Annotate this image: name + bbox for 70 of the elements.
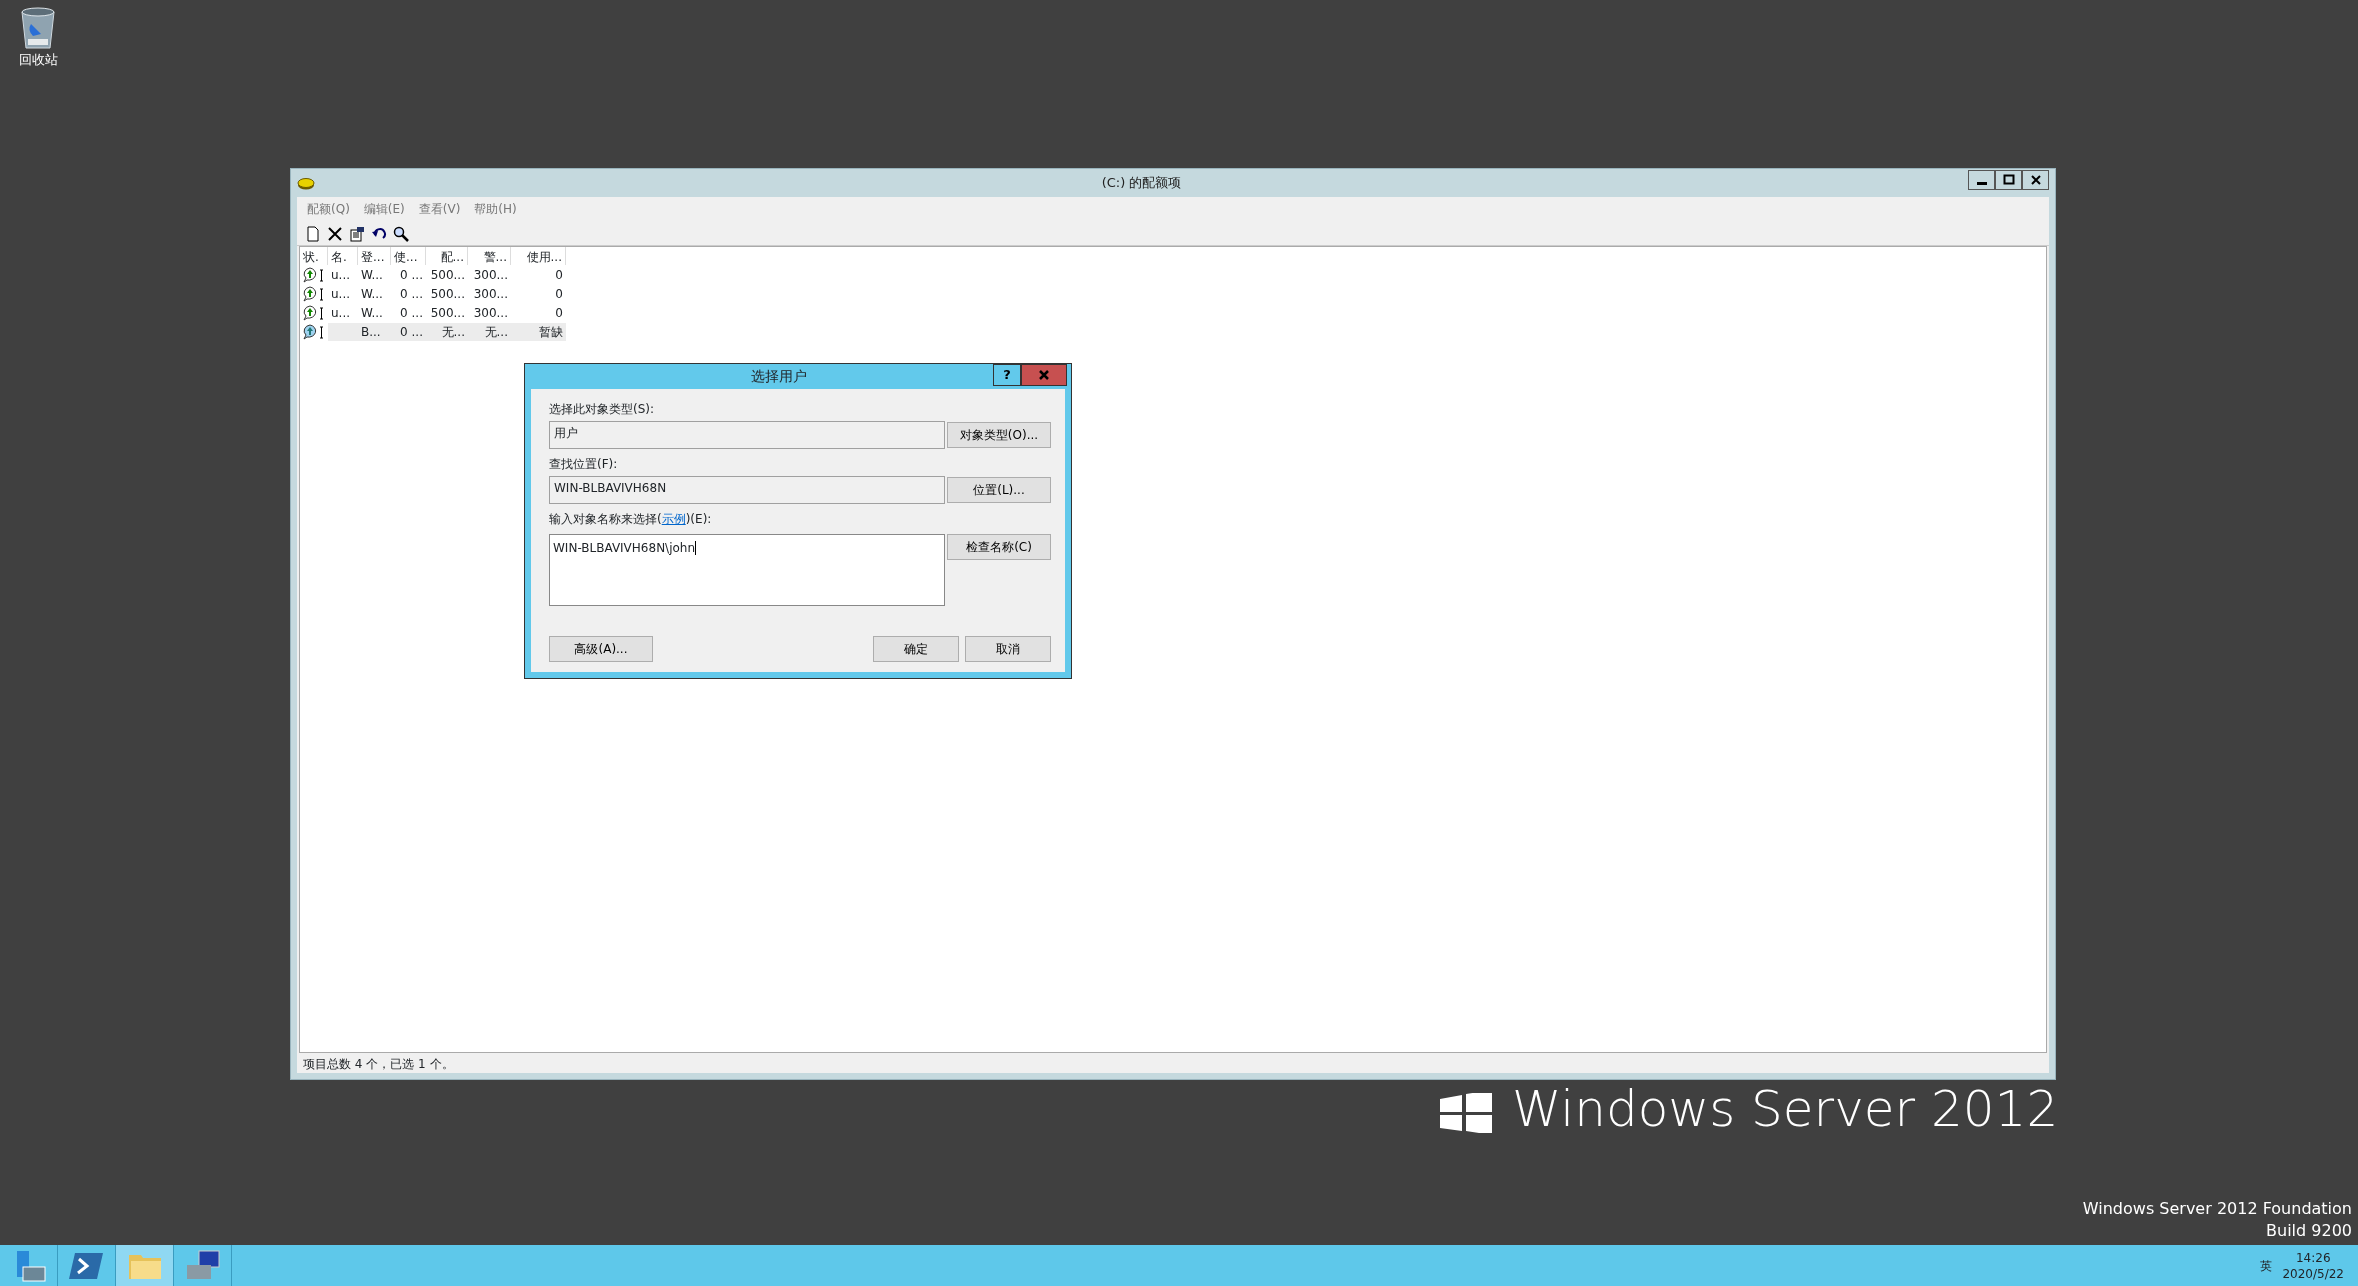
table-cell-text: W... <box>360 266 384 284</box>
column-header[interactable]: 名. <box>328 247 358 265</box>
icon-label: 回收站 <box>18 51 58 69</box>
recycle-bin-icon[interactable] <box>19 6 57 50</box>
column-header[interactable]: 登... <box>358 247 391 265</box>
status-text: 项目总数 4 个，已选 1 个。 <box>303 1057 454 1071</box>
maximize-button[interactable] <box>1995 170 2022 190</box>
cancel-button[interactable]: 取消 <box>965 636 1051 662</box>
minimize-icon <box>1976 181 1987 185</box>
object-types-button[interactable]: 对象类型(O)... <box>947 422 1051 448</box>
field-label: 选择此对象类型(S): <box>549 401 656 418</box>
field-label: 查找位置(F): <box>549 456 619 473</box>
minimize-button[interactable] <box>1968 170 1995 190</box>
dialog-title: 选择用户 <box>750 367 808 386</box>
table-cell-text: 0 ... <box>399 323 424 341</box>
column-header[interactable]: 使用... <box>511 247 566 265</box>
ok-button[interactable]: 确定 <box>873 636 959 662</box>
table-cell-text: B... <box>360 323 382 341</box>
table-cell-text: 500... <box>429 266 466 284</box>
table-cell-text: 0 <box>554 266 564 284</box>
build-text: Build 9200 <box>2265 1220 2352 1242</box>
field-label: 输入对象名称来选择(示例)(E): <box>549 511 713 528</box>
close-icon <box>1038 368 1050 381</box>
close-icon <box>2029 174 2042 186</box>
menu-item[interactable]: 配额(Q) <box>307 200 350 218</box>
selected-row[interactable]: B... 0 ... 无... 无... 暂缺 <box>328 322 566 341</box>
input-field[interactable]: WIN-BLBAVIVH68N <box>549 476 945 504</box>
table-cell-text: W... <box>360 285 384 303</box>
menu-item[interactable]: 帮助(H) <box>474 200 517 218</box>
window-title: (C:) 的配额项 <box>1100 174 1183 193</box>
table-cell-text: W... <box>360 304 384 322</box>
properties-icon[interactable] <box>349 224 365 242</box>
table-cell-text: u... <box>330 304 352 322</box>
column-header[interactable]: 使... <box>391 247 426 265</box>
delete-icon[interactable] <box>327 224 343 242</box>
table-cell-text: 500... <box>429 304 466 322</box>
input-field[interactable]: 用户 <box>549 421 945 449</box>
table-cell-text: 300... <box>472 304 509 322</box>
names-text-area[interactable]: WIN-BLBAVIVH68N\john <box>549 534 945 606</box>
table-cell-text: u... <box>330 266 352 284</box>
advanced-button[interactable]: 高级(A)... <box>549 636 653 662</box>
table-cell-text: 无... <box>440 323 466 341</box>
menu-item[interactable]: 编辑(E) <box>363 200 405 218</box>
table-cell-text: 暂缺 <box>538 323 564 341</box>
table-cell-text: 500... <box>429 285 466 303</box>
help-button[interactable]: ? <box>993 363 1021 386</box>
table-cell-text: 0 <box>554 304 564 322</box>
locations-button[interactable]: 位置(L)... <box>947 477 1051 503</box>
search-icon[interactable] <box>393 224 409 242</box>
table-cell-text: 300... <box>472 285 509 303</box>
table-cell-text: 0 ... <box>399 266 424 284</box>
edition-text: Windows Server 2012 Foundation <box>2082 1198 2352 1220</box>
table-cell-text: 0 ... <box>399 285 424 303</box>
input-method-indicator[interactable]: 英 <box>2260 1256 2273 1275</box>
column-header[interactable]: 配... <box>426 247 468 265</box>
new-document-icon[interactable] <box>305 224 321 242</box>
brand-text: Windows Server 2012 <box>1512 1084 2059 1134</box>
check-names-button[interactable]: 检查名称(C) <box>947 534 1051 560</box>
table-cell-text: 无... <box>483 323 509 341</box>
table-cell-text: u... <box>330 285 352 303</box>
table-cell-text: 0 ... <box>399 304 424 322</box>
column-header[interactable]: 警... <box>468 247 511 265</box>
clock[interactable]: 14:26 2020/5/22 <box>2282 1249 2344 1282</box>
table-cell-text: 300... <box>472 266 509 284</box>
examples-link[interactable]: 示例 <box>661 512 686 526</box>
maximize-icon <box>2002 174 2015 186</box>
column-header[interactable]: 状. <box>300 247 328 265</box>
menu-item[interactable]: 查看(V) <box>418 200 461 218</box>
close-button[interactable] <box>2022 170 2049 190</box>
table-cell-text: 0 <box>554 285 564 303</box>
